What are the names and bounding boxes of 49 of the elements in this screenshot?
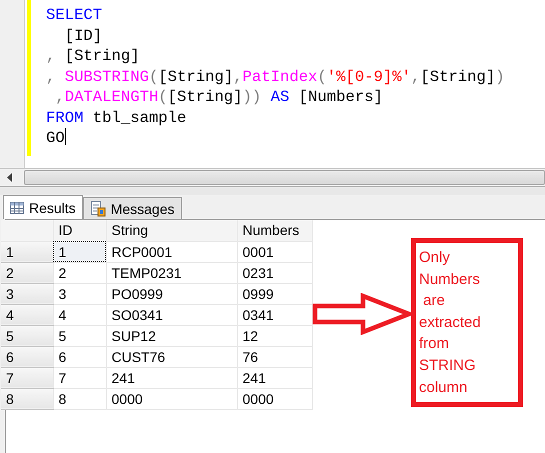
table-cell: PO0999	[106, 283, 237, 304]
table-cell: TEMP0231	[106, 262, 237, 283]
table-cell: 4	[53, 304, 106, 325]
code-line: GO	[46, 128, 66, 148]
grid-icon	[10, 202, 24, 214]
column-header[interactable]: ID	[53, 220, 106, 241]
table-cell: 12	[237, 325, 312, 346]
table-cell: SUP12	[106, 325, 237, 346]
code-line: , SUBSTRING([String],PatIndex('%[0-9]%',[String])	[46, 66, 505, 87]
row-number[interactable]: 5	[1, 325, 53, 346]
table-cell: 0231	[237, 262, 312, 283]
code-line: FROM tbl_sample	[46, 108, 186, 128]
table-cell: 76	[237, 346, 312, 367]
table-cell: 5	[53, 325, 106, 346]
row-number[interactable]: 2	[1, 262, 53, 283]
scrollbar-thumb[interactable]	[24, 170, 545, 185]
table-cell: 241	[237, 367, 312, 388]
left-arrow-icon	[6, 173, 14, 182]
table-cell: 0000	[106, 388, 237, 409]
annotation-note: Only Numbers are extracted from STRING column	[411, 238, 523, 407]
row-number[interactable]: 8	[1, 388, 53, 409]
row-number[interactable]: 1	[1, 241, 53, 262]
column-header[interactable]: Numbers	[237, 220, 312, 241]
table-cell: 3	[53, 283, 106, 304]
code-line: , [String]	[46, 46, 140, 66]
table-cell: 241	[106, 367, 237, 388]
table-cell: 0000	[237, 388, 312, 409]
row-number[interactable]: 4	[1, 304, 53, 325]
row-number[interactable]: 6	[1, 346, 53, 367]
code-line: SELECT	[46, 5, 102, 26]
code-line: [ID]	[64, 26, 102, 46]
table-cell: 0999	[237, 283, 312, 304]
table-cell: CUST76	[106, 346, 237, 367]
table-cell: 7	[53, 367, 106, 388]
table-cell: 0341	[237, 304, 312, 325]
row-number[interactable]: 3	[1, 283, 53, 304]
table-cell: 2	[53, 262, 106, 283]
table-cell: 6	[53, 346, 106, 367]
table-cell: RCP0001	[106, 241, 237, 262]
messages-icon	[90, 200, 106, 216]
table-cell: 0001	[237, 241, 312, 262]
table-cell: SO0341	[106, 304, 237, 325]
table-cell: 8	[53, 388, 106, 409]
column-header[interactable]: String	[106, 220, 237, 241]
row-number[interactable]: 7	[1, 367, 53, 388]
results-tab[interactable]: Messages	[82, 197, 182, 219]
results-tab[interactable]: Results	[3, 195, 83, 219]
table-cell: 1	[53, 241, 106, 262]
code-line: ,DATALENGTH([String])) AS [Numbers]	[54, 87, 383, 108]
